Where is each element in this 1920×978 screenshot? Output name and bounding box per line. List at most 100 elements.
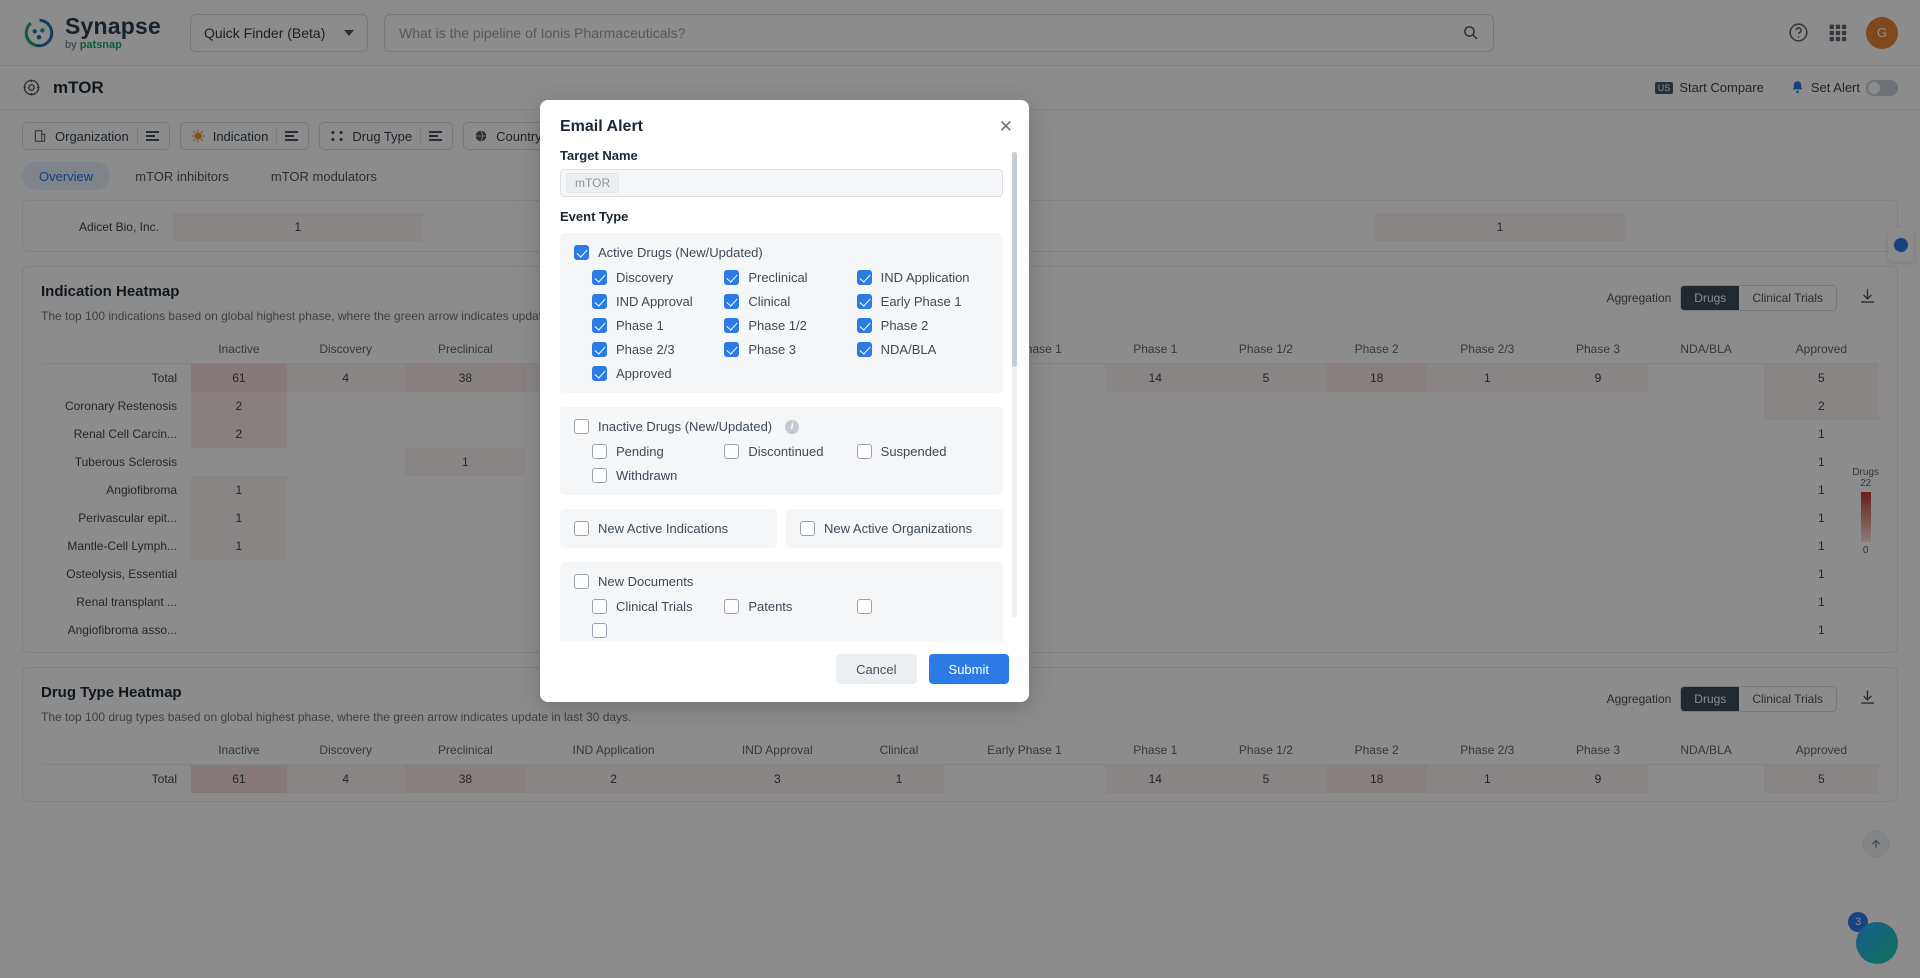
modal-scrollbar-thumb[interactable] — [1012, 152, 1017, 367]
modal-title: Email Alert — [560, 118, 643, 135]
option-preclinical[interactable]: Preclinical — [724, 270, 856, 285]
checkbox-label: New Documents — [598, 574, 694, 589]
option-suspended[interactable]: Suspended — [856, 444, 989, 459]
modal-body: Target Name mTOR Event Type Active Drugs… — [540, 144, 1029, 642]
option-pending[interactable]: Pending — [592, 444, 724, 459]
checkbox-approved[interactable] — [592, 366, 607, 381]
checkbox-label: Phase 1 — [616, 318, 664, 333]
checkbox-label: New Active Organizations — [824, 521, 973, 536]
checkbox-label: IND Approval — [616, 294, 693, 309]
checkbox-inactive-drugs[interactable] — [574, 419, 589, 434]
checkbox-label: NDA/BLA — [880, 342, 937, 357]
option-clinical[interactable]: Clinical — [724, 294, 856, 309]
checkbox-label: Approved — [616, 366, 672, 381]
event-type-label: Event Type — [560, 209, 629, 224]
option-withdrawn[interactable]: Withdrawn — [592, 468, 724, 483]
checkbox-patents[interactable] — [724, 599, 740, 614]
checkbox-early-phase-1[interactable] — [856, 294, 872, 309]
checkbox-label: Patents — [748, 599, 793, 614]
checkbox-clinical[interactable] — [724, 294, 740, 309]
option-clinical-trials[interactable]: Clinical Trials — [592, 599, 724, 614]
option-phase-2[interactable]: Phase 2 — [856, 318, 989, 333]
checkbox-label: Withdrawn — [616, 468, 678, 483]
modal-footer: Cancel Submit — [540, 642, 1029, 702]
checkbox-label: Clinical — [748, 294, 791, 309]
checkbox-more-a[interactable] — [856, 599, 872, 614]
checkbox-new-active-organizations[interactable] — [800, 521, 815, 536]
option-phase-1-2[interactable]: Phase 1/2 — [724, 318, 856, 333]
checkbox-withdrawn[interactable] — [592, 468, 607, 483]
checkbox-ind-approval[interactable] — [592, 294, 607, 309]
checkbox-discontinued[interactable] — [724, 444, 740, 459]
modal-scroll-area[interactable]: Target Name mTOR Event Type Active Drugs… — [560, 144, 1009, 642]
option-phase-3[interactable]: Phase 3 — [724, 342, 856, 357]
target-name-tag[interactable]: mTOR — [566, 173, 620, 193]
checkbox-ind-application[interactable] — [856, 270, 872, 285]
modal-header: Email Alert ✕ — [540, 100, 1029, 144]
email-alert-modal: Email Alert ✕ Target Name mTOR Event Typ… — [540, 100, 1029, 702]
option-ind-approval[interactable]: IND Approval — [592, 294, 724, 309]
new-documents-parent-row[interactable]: New Documents — [574, 574, 989, 589]
option-ind-application[interactable]: IND Application — [856, 270, 989, 285]
option-approved[interactable]: Approved — [592, 366, 724, 381]
checkbox-suspended[interactable] — [856, 444, 872, 459]
checkbox-new-documents[interactable] — [574, 574, 589, 589]
inactive-drugs-options-grid: Pending Discontinued Suspended Withdrawn — [574, 444, 989, 483]
option-early-phase-1[interactable]: Early Phase 1 — [856, 294, 989, 309]
checkbox-phase-2-3[interactable] — [592, 342, 607, 357]
active-drugs-panel: Active Drugs (New/Updated) Discovery Pre… — [560, 233, 1003, 393]
checkbox-phase-3[interactable] — [724, 342, 740, 357]
checkbox-preclinical[interactable] — [724, 270, 740, 285]
app-root: Synapse by patsnap Quick Finder (Beta) W… — [0, 0, 1920, 978]
checkbox-label: Discovery — [616, 270, 674, 285]
checkbox-label: Phase 3 — [748, 342, 797, 357]
checkbox-label: Early Phase 1 — [880, 294, 962, 309]
option-more-a[interactable] — [856, 599, 989, 614]
active-drugs-options-grid: Discovery Preclinical IND Application IN… — [574, 270, 989, 381]
cancel-button[interactable]: Cancel — [836, 654, 917, 684]
checkbox-phase-1-2[interactable] — [724, 318, 740, 333]
inactive-drugs-panel: Inactive Drugs (New/Updated) i Pending D… — [560, 407, 1003, 495]
submit-button[interactable]: Submit — [928, 654, 1009, 684]
checkbox-phase-1[interactable] — [592, 318, 607, 333]
new-active-indications-panel: New Active Indications — [560, 509, 777, 548]
new-active-organizations-panel: New Active Organizations — [786, 509, 1003, 548]
checkbox-label: Inactive Drugs (New/Updated) — [598, 419, 773, 434]
checkbox-label: Discontinued — [748, 444, 824, 459]
checkbox-label: Pending — [616, 444, 664, 459]
standalone-options-row: New Active Indications New Active Organi… — [560, 509, 1003, 548]
inactive-drugs-parent-row[interactable]: Inactive Drugs (New/Updated) i — [574, 419, 989, 434]
checkbox-label: Preclinical — [748, 270, 808, 285]
new-documents-panel: New Documents Clinical Trials Patents — [560, 562, 1003, 642]
checkbox-phase-2[interactable] — [856, 318, 872, 333]
option-patents[interactable]: Patents — [724, 599, 856, 614]
checkbox-label: Phase 2/3 — [616, 342, 675, 357]
target-name-field[interactable]: mTOR — [560, 169, 1003, 197]
option-discontinued[interactable]: Discontinued — [724, 444, 856, 459]
option-phase-1[interactable]: Phase 1 — [592, 318, 724, 333]
checkbox-discovery[interactable] — [592, 270, 607, 285]
checkbox-clinical-trials[interactable] — [592, 599, 607, 614]
option-new-active-organizations[interactable]: New Active Organizations — [800, 521, 989, 536]
checkbox-active-drugs[interactable] — [574, 245, 589, 260]
info-icon[interactable]: i — [785, 419, 800, 434]
option-phase-2-3[interactable]: Phase 2/3 — [592, 342, 724, 357]
checkbox-label: Phase 2 — [880, 318, 929, 333]
option-discovery[interactable]: Discovery — [592, 270, 724, 285]
checkbox-label: Active Drugs (New/Updated) — [598, 245, 763, 260]
checkbox-label: New Active Indications — [598, 521, 729, 536]
checkbox-pending[interactable] — [592, 444, 607, 459]
active-drugs-parent-row[interactable]: Active Drugs (New/Updated) — [574, 245, 989, 260]
option-more-b[interactable] — [592, 623, 724, 638]
option-nda-bla[interactable]: NDA/BLA — [856, 342, 989, 357]
checkbox-nda-bla[interactable] — [856, 342, 872, 357]
option-new-active-indications[interactable]: New Active Indications — [574, 521, 763, 536]
close-icon[interactable]: ✕ — [999, 118, 1013, 135]
checkbox-new-active-indications[interactable] — [574, 521, 589, 536]
target-name-label: Target Name — [560, 148, 638, 163]
checkbox-more-b[interactable] — [592, 623, 607, 638]
new-documents-options-grid: Clinical Trials Patents — [574, 599, 989, 638]
checkbox-label: Clinical Trials — [616, 599, 693, 614]
checkbox-label: IND Application — [880, 270, 970, 285]
checkbox-label: Suspended — [880, 444, 947, 459]
